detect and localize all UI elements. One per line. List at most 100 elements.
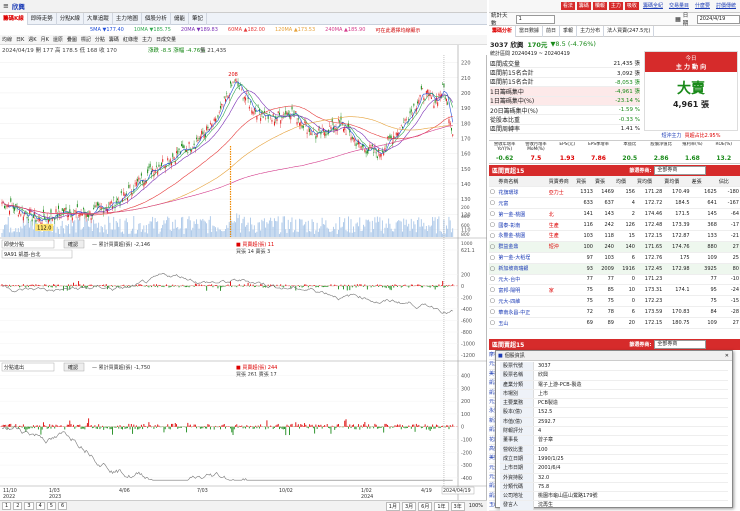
stats-days-select[interactable]: 1 [515, 14, 556, 24]
buy-table-row[interactable]: ▢ 元大-台中 77 77 0 171.23 77 -10 [489, 274, 740, 286]
row-checkbox[interactable]: ▢ [489, 230, 498, 242]
dialog-close-icon[interactable]: ✕ [725, 353, 729, 359]
tab-5[interactable]: 個股分析 [142, 12, 171, 25]
header-button[interactable]: 籌碼 [576, 2, 591, 10]
toolbar-item[interactable]: 標記 [79, 36, 93, 43]
panel2-bar [321, 285, 323, 288]
row-checkbox[interactable]: ▢ [489, 306, 498, 319]
buy-table-row[interactable]: ▢ 元大-四維 75 75 0 172.23 75 -15 [489, 295, 740, 308]
right-tab-1[interactable]: 當日數據 [516, 25, 544, 37]
range-button[interactable]: 3年 [450, 501, 465, 511]
candle-body [360, 146, 362, 149]
page-button[interactable]: 5 [46, 502, 56, 510]
tab-1[interactable]: 即時走勢 [28, 12, 57, 25]
row-checkbox[interactable]: ▢ [489, 295, 498, 308]
page-button[interactable]: 2 [13, 502, 23, 510]
panel3-bar [55, 424, 57, 427]
row-checkbox[interactable]: ▢ [489, 197, 498, 210]
right-tab-4[interactable]: 主力分布 [577, 25, 605, 37]
toolbar-item[interactable]: 分點 [93, 36, 107, 43]
volume-bar [135, 233, 137, 237]
toolbar-item[interactable]: 日成交量 [154, 36, 178, 43]
volume-bar [199, 219, 201, 237]
buy-table-row[interactable]: ▢ 花旗環球 亞力士 1313 1469 156 171.28 170.49 1625 -180 [489, 186, 740, 199]
header-button[interactable]: 贖報 [592, 2, 607, 10]
chart-area[interactable]: 2024/04/19 開 177 高 178.5 低 168 收 170 漲跌 … [0, 45, 487, 500]
dialog-row: 成立日期 1990/1/25 [500, 454, 728, 465]
stock-chart[interactable]: 2024/04/19 開 177 高 178.5 低 168 收 170 漲跌 … [0, 45, 487, 500]
buy-table-row[interactable]: ▢ 華南永昌-中正 72 78 6 173.59 170.83 84 -28 [489, 306, 740, 319]
range-button[interactable]: 1月 [385, 501, 400, 511]
panel3-bar [398, 425, 400, 427]
menu-icon[interactable]: ≡ [0, 2, 12, 10]
page-button[interactable]: 1 [2, 502, 12, 510]
page-button[interactable]: 6 [57, 502, 68, 510]
toolbar-item[interactable]: 紅綠燈 [121, 36, 140, 43]
right-tab-5[interactable]: 法人買賣(247.5元) [604, 25, 655, 37]
date-field[interactable]: 2024/4/19 [696, 14, 740, 24]
toolbar-item[interactable]: 週K [26, 36, 38, 43]
toolbar-item[interactable]: 月K [39, 36, 51, 43]
right-tab-0[interactable]: 籌碼分析 [489, 25, 517, 37]
tab-7[interactable]: 筆記 [189, 12, 207, 25]
page-button[interactable]: 4 [35, 502, 45, 510]
header-link[interactable]: 討價傳統 [714, 2, 738, 10]
buy-table-row[interactable]: ▢ 富邦-陽明家 75 85 10 173.31 174.1 95 -24 [489, 284, 740, 297]
toolbar-item[interactable]: 主力 [140, 36, 154, 43]
toolbar-item[interactable]: 日K [14, 36, 26, 43]
calendar-icon[interactable]: ▦ [675, 16, 681, 23]
volume-bar [63, 228, 64, 237]
buy-filter-select[interactable]: 全部券商 [654, 166, 707, 175]
volume-bar [201, 220, 203, 237]
header-link[interactable]: 什麼要 [693, 2, 712, 10]
buy-table-row[interactable]: ▢ 永豐金-桃園 生產 103 118 15 172.15 172.87 133 -21 [489, 230, 740, 242]
buy-table-row[interactable]: ▢ 玉山 69 89 20 172.15 180.75 109 27 [489, 317, 740, 329]
page-button[interactable]: 3 [24, 502, 34, 510]
volume-bar [402, 231, 403, 237]
tab-2[interactable]: 分點K線 [57, 12, 84, 25]
volume-bar [30, 220, 32, 237]
metric-label: 本益比 [623, 141, 637, 147]
row-checkbox[interactable]: ▢ [489, 284, 498, 297]
sell-filter-select[interactable]: 全部券商 [654, 340, 707, 349]
tab-3[interactable]: 大單追蹤 [84, 12, 113, 25]
buy-table-row[interactable]: ▢ 第一金-桃園北 141 143 2 174.46 171.5 145 -64 [489, 208, 740, 221]
buy-table-row[interactable]: ▢ 國泰-彰南 生產 116 242 126 172.48 173.39 368 -17 [489, 219, 740, 231]
volume-bar [400, 221, 402, 237]
header-button[interactable]: 主力 [608, 2, 623, 10]
tab-4[interactable]: 主力地圖 [113, 12, 142, 25]
tab-0[interactable]: 籌碼K線 [0, 12, 28, 25]
row-checkbox[interactable]: ▢ [489, 252, 498, 264]
row-checkbox[interactable]: ▢ [489, 208, 498, 221]
buy-table-row[interactable]: ▢ 群益金鼎 短沖 100 240 140 171.65 174.76 880 27 [489, 241, 740, 253]
range-button[interactable]: 6月 [418, 501, 433, 511]
row-checkbox[interactable]: ▢ [489, 219, 498, 231]
header-link[interactable]: 籌碼全紀 [641, 2, 665, 10]
row-checkbox[interactable]: ▢ [489, 263, 498, 275]
header-button[interactable]: 看法 [560, 2, 575, 10]
right-tab-2[interactable]: 前日 [543, 25, 561, 37]
range-button[interactable]: 1年 [434, 501, 449, 511]
buy-col-header: 買張 [575, 176, 594, 188]
row-checkbox[interactable]: ▢ [489, 186, 498, 199]
row-checkbox[interactable]: ▢ [489, 241, 498, 253]
tab-6[interactable]: 儲能 [171, 12, 189, 25]
row-checkbox[interactable]: ▢ [489, 274, 498, 286]
buy-table-row[interactable]: ▢ 新加坡商瑞銀 93 2009 1916 172.45 172.98 3925 80 [489, 263, 740, 275]
panel3-bar [191, 426, 193, 428]
header-link[interactable]: 交易量目 [667, 2, 691, 10]
row-checkbox[interactable]: ▢ [489, 317, 498, 329]
buy-cell: 永豐金-桃園 [497, 230, 548, 242]
right-tab-3[interactable]: 季報 [560, 25, 578, 37]
buy-cell: 242 [593, 219, 615, 231]
toolbar-item[interactable]: 還原 [51, 36, 65, 43]
panel3-bar [428, 426, 430, 430]
toolbar-item[interactable]: 均線 [0, 36, 14, 43]
toolbar-item[interactable]: 疊圖 [65, 36, 79, 43]
header-button[interactable]: 吸收 [624, 2, 639, 10]
candle-body [15, 204, 17, 206]
buy-table-row[interactable]: ▢ 元富 633 637 4 172.72 184.5 641 -167 [489, 197, 740, 210]
toolbar-item[interactable]: 籌碼 [107, 36, 121, 43]
range-button[interactable]: 3月 [401, 501, 417, 511]
buy-table-row[interactable]: ▢ 第一金-大稻埕 97 103 6 172.76 175 109 25 [489, 252, 740, 264]
